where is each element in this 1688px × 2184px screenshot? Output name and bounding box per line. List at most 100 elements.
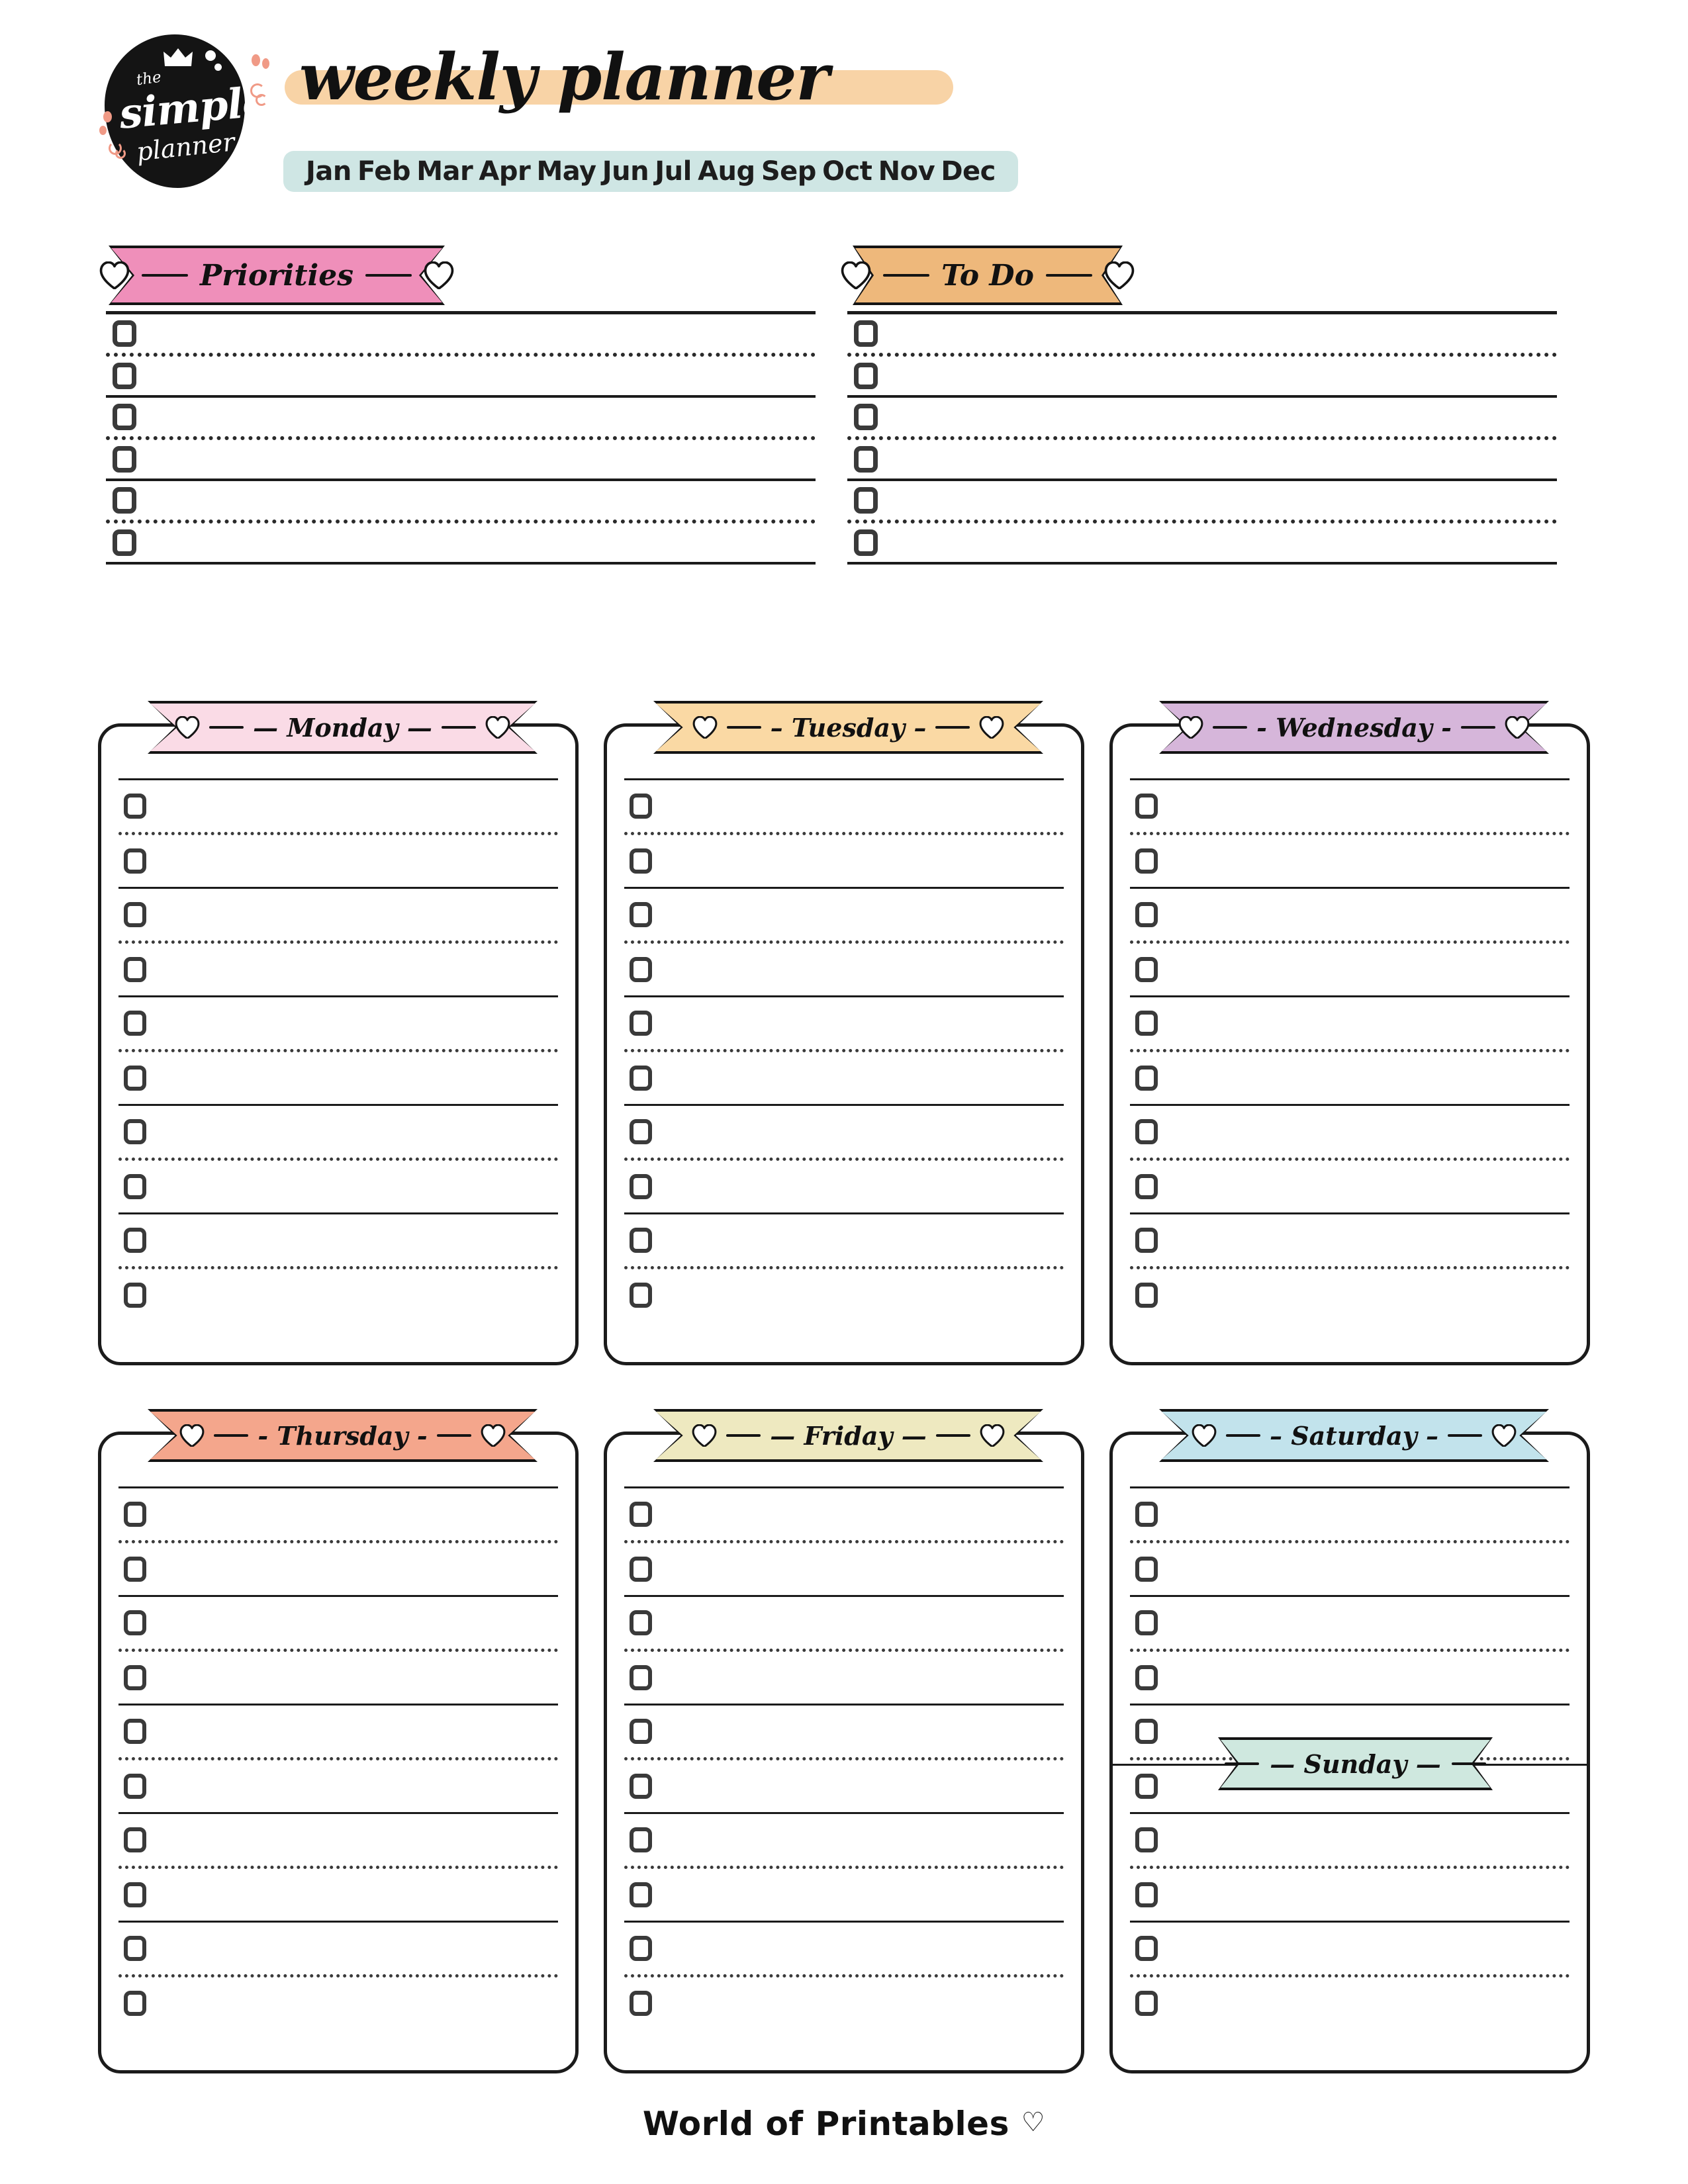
month-jul[interactable]: Jul bbox=[655, 156, 692, 187]
wednesday-checkbox-6[interactable] bbox=[1135, 1066, 1158, 1091]
list-item[interactable] bbox=[106, 357, 816, 395]
task-row[interactable] bbox=[118, 1869, 558, 1921]
task-row[interactable] bbox=[1130, 1978, 1570, 2029]
monday-checkbox-8[interactable] bbox=[124, 1174, 146, 1199]
task-row[interactable] bbox=[1130, 889, 1570, 940]
thursday-checkbox-4[interactable] bbox=[124, 1665, 146, 1690]
task-row[interactable] bbox=[118, 1543, 558, 1595]
task-row[interactable] bbox=[624, 1488, 1064, 1540]
friday-checkbox-8[interactable] bbox=[630, 1882, 652, 1907]
task-row[interactable] bbox=[624, 944, 1064, 995]
month-selector[interactable]: Jan Feb Mar Apr May Jun Jul Aug Sep Oct Nov Dec bbox=[283, 151, 1018, 192]
task-row[interactable] bbox=[624, 997, 1064, 1049]
friday-checkbox-9[interactable] bbox=[630, 1936, 652, 1961]
wednesday-checkbox-3[interactable] bbox=[1135, 902, 1158, 927]
saturday-checkbox-6[interactable] bbox=[1135, 1774, 1158, 1799]
monday-checkbox-1[interactable] bbox=[124, 794, 146, 819]
list-item[interactable] bbox=[106, 440, 816, 478]
task-row[interactable] bbox=[1130, 1269, 1570, 1321]
priorities-list[interactable] bbox=[106, 311, 816, 565]
month-aug[interactable]: Aug bbox=[698, 156, 755, 187]
thursday-checkbox-3[interactable] bbox=[124, 1610, 146, 1635]
task-row[interactable] bbox=[624, 1760, 1064, 1812]
list-item[interactable] bbox=[847, 357, 1557, 395]
task-row[interactable] bbox=[1130, 1488, 1570, 1540]
task-row[interactable] bbox=[118, 889, 558, 940]
task-row[interactable] bbox=[624, 1543, 1064, 1595]
priorities-checkbox-5[interactable] bbox=[113, 487, 136, 514]
thursday-checkbox-8[interactable] bbox=[124, 1882, 146, 1907]
wednesday-checkbox-5[interactable] bbox=[1135, 1011, 1158, 1036]
task-row[interactable] bbox=[1130, 780, 1570, 832]
task-row[interactable] bbox=[624, 1161, 1064, 1212]
task-row[interactable] bbox=[118, 1978, 558, 2029]
monday-checkbox-6[interactable] bbox=[124, 1066, 146, 1091]
monday-checkbox-3[interactable] bbox=[124, 902, 146, 927]
todo-checkbox-5[interactable] bbox=[854, 487, 878, 514]
tuesday-checkbox-1[interactable] bbox=[630, 794, 652, 819]
task-row[interactable] bbox=[118, 1706, 558, 1757]
thursday-checkbox-1[interactable] bbox=[124, 1502, 146, 1527]
task-row[interactable] bbox=[118, 1488, 558, 1540]
task-row[interactable] bbox=[1130, 835, 1570, 887]
monday-checkbox-5[interactable] bbox=[124, 1011, 146, 1036]
priorities-checkbox-2[interactable] bbox=[113, 363, 136, 389]
saturday-checkbox-5[interactable] bbox=[1135, 1719, 1158, 1744]
month-jun[interactable]: Jun bbox=[602, 156, 649, 187]
task-row[interactable] bbox=[118, 1214, 558, 1266]
friday-checkbox-10[interactable] bbox=[630, 1991, 652, 2016]
task-row[interactable] bbox=[1130, 1652, 1570, 1704]
month-apr[interactable]: Apr bbox=[479, 156, 530, 187]
month-nov[interactable]: Nov bbox=[878, 156, 935, 187]
tuesday-checkbox-10[interactable] bbox=[630, 1283, 652, 1308]
list-item[interactable] bbox=[106, 481, 816, 520]
task-row[interactable] bbox=[624, 780, 1064, 832]
list-item[interactable] bbox=[847, 440, 1557, 478]
task-row[interactable] bbox=[1130, 1214, 1570, 1266]
todo-checkbox-1[interactable] bbox=[854, 320, 878, 347]
saturday-checkbox-9[interactable] bbox=[1135, 1936, 1158, 1961]
thursday-checkbox-6[interactable] bbox=[124, 1774, 146, 1799]
task-row[interactable] bbox=[118, 1597, 558, 1649]
wednesday-checkbox-7[interactable] bbox=[1135, 1119, 1158, 1144]
wednesday-checkbox-9[interactable] bbox=[1135, 1228, 1158, 1253]
priorities-checkbox-6[interactable] bbox=[113, 529, 136, 556]
month-feb[interactable]: Feb bbox=[357, 156, 410, 187]
month-mar[interactable]: Mar bbox=[416, 156, 473, 187]
list-item[interactable] bbox=[847, 523, 1557, 562]
wednesday-checkbox-1[interactable] bbox=[1135, 794, 1158, 819]
todo-list[interactable] bbox=[847, 311, 1557, 565]
task-row[interactable] bbox=[118, 1814, 558, 1866]
thursday-checkbox-7[interactable] bbox=[124, 1827, 146, 1852]
thursday-checkbox-2[interactable] bbox=[124, 1557, 146, 1582]
saturday-checkbox-8[interactable] bbox=[1135, 1882, 1158, 1907]
task-row[interactable] bbox=[1130, 1161, 1570, 1212]
list-item[interactable] bbox=[847, 398, 1557, 436]
friday-checkbox-7[interactable] bbox=[630, 1827, 652, 1852]
wednesday-checkbox-4[interactable] bbox=[1135, 957, 1158, 982]
friday-checkbox-4[interactable] bbox=[630, 1665, 652, 1690]
task-row[interactable] bbox=[624, 1269, 1064, 1321]
priorities-checkbox-4[interactable] bbox=[113, 446, 136, 473]
task-row[interactable] bbox=[118, 1052, 558, 1104]
task-row[interactable] bbox=[624, 1814, 1064, 1866]
tuesday-checkbox-2[interactable] bbox=[630, 848, 652, 874]
wednesday-checkbox-2[interactable] bbox=[1135, 848, 1158, 874]
thursday-checkbox-10[interactable] bbox=[124, 1991, 146, 2016]
task-row[interactable] bbox=[1130, 1814, 1570, 1866]
saturday-checkbox-4[interactable] bbox=[1135, 1665, 1158, 1690]
task-row[interactable] bbox=[624, 1052, 1064, 1104]
task-row[interactable] bbox=[624, 835, 1064, 887]
list-item[interactable] bbox=[847, 481, 1557, 520]
task-row[interactable] bbox=[1130, 1052, 1570, 1104]
task-row[interactable] bbox=[624, 1214, 1064, 1266]
task-row[interactable] bbox=[1130, 1106, 1570, 1158]
monday-checkbox-4[interactable] bbox=[124, 957, 146, 982]
friday-checkbox-1[interactable] bbox=[630, 1502, 652, 1527]
task-row[interactable] bbox=[624, 1597, 1064, 1649]
monday-checkbox-9[interactable] bbox=[124, 1228, 146, 1253]
tuesday-checkbox-4[interactable] bbox=[630, 957, 652, 982]
thursday-checkbox-9[interactable] bbox=[124, 1936, 146, 1961]
task-row[interactable] bbox=[118, 835, 558, 887]
task-row[interactable] bbox=[624, 1706, 1064, 1757]
